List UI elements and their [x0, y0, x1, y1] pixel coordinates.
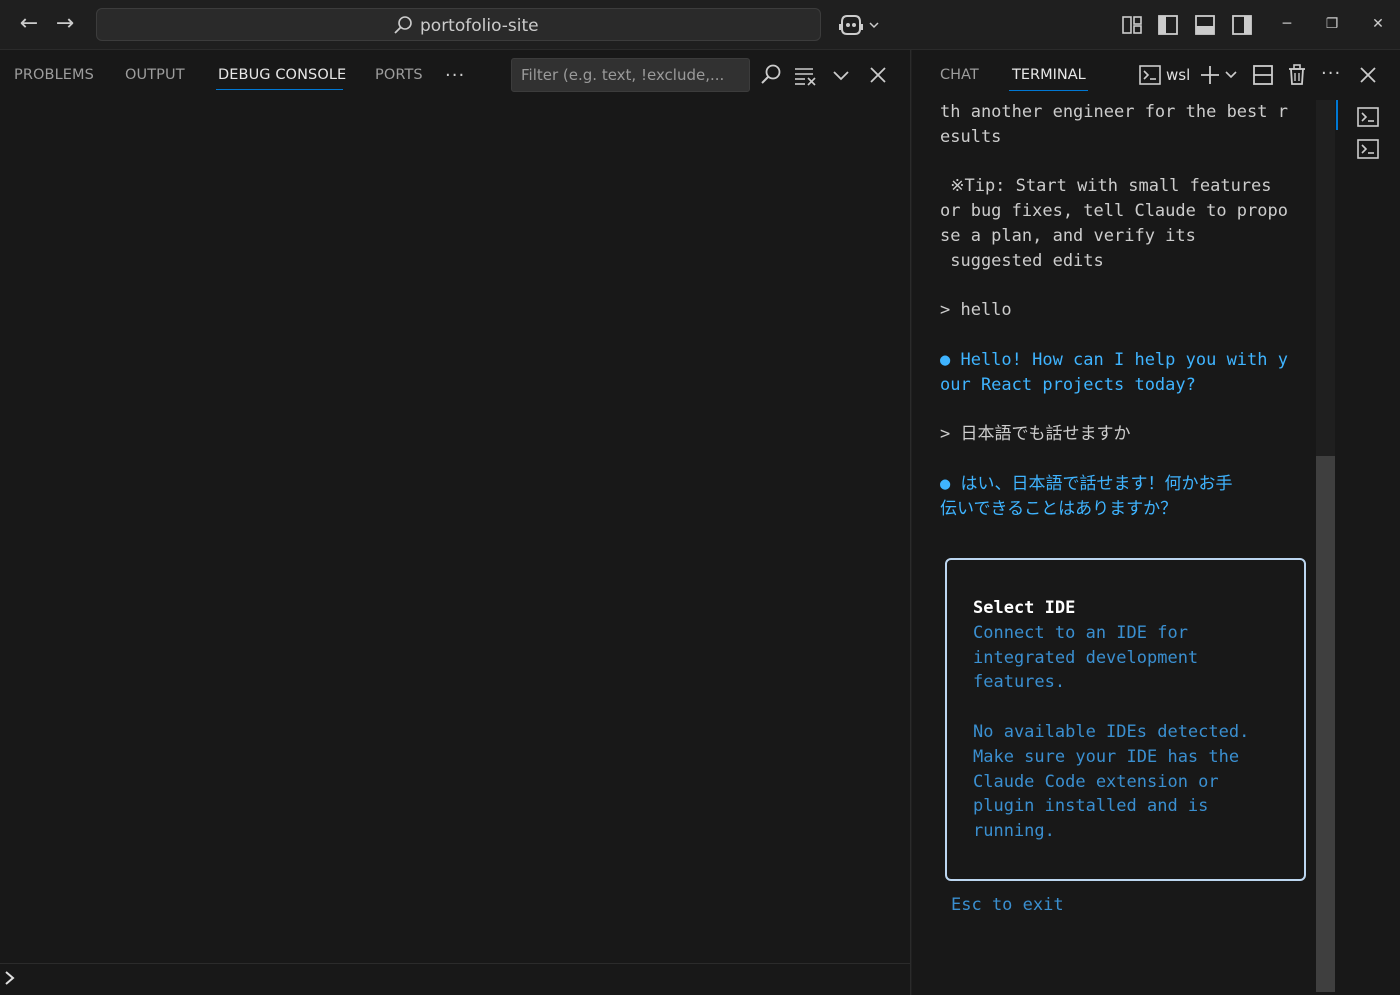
close-icon[interactable] [866, 63, 890, 87]
terminal-line: th another engineer for the best r [940, 102, 1288, 122]
terminal-profile-name[interactable]: wsl [1166, 66, 1190, 84]
back-arrow-icon[interactable]: ← [16, 12, 42, 38]
forward-arrow-icon[interactable]: → [52, 12, 78, 38]
trash-icon[interactable] [1285, 63, 1309, 87]
close-window-button[interactable]: ✕ [1367, 14, 1389, 36]
tab-chat[interactable]: CHAT [940, 67, 979, 83]
ide-dialog-line: integrated development [973, 647, 1199, 668]
terminal-line: ● はい、日本語で話せます！何かお手 [940, 473, 1233, 494]
ide-dialog-line: Make sure your IDE has the [973, 746, 1240, 767]
tab-output[interactable]: OUTPUT [125, 67, 185, 83]
toggle-primary-sidebar-icon[interactable] [1156, 13, 1180, 37]
filter-field[interactable] [511, 58, 750, 92]
customize-layout-icon[interactable] [1120, 13, 1144, 37]
esc-hint: Esc to exit [951, 895, 1064, 915]
ide-dialog-line: Claude Code extension or [973, 771, 1219, 792]
terminal-line: > 日本語でも話せますか [940, 424, 1131, 445]
more-tabs-button[interactable]: ··· [445, 65, 465, 86]
copilot-button[interactable] [838, 12, 884, 38]
split-terminal-icon[interactable] [1251, 63, 1275, 87]
copilot-icon [839, 15, 863, 35]
workspace-name: portofolio-site [420, 16, 539, 36]
chevron-right-icon [5, 971, 15, 985]
tab-ports[interactable]: PORTS [375, 67, 423, 83]
filter-input[interactable] [512, 59, 749, 91]
search-icon [394, 16, 412, 34]
ide-dialog-text: Select IDE Connect to an IDE for integrat… [973, 596, 1249, 844]
ide-dialog-line: No available IDEs detected. [973, 721, 1250, 742]
active-tab-indicator [216, 89, 343, 90]
ide-dialog-line: features. [973, 672, 1066, 693]
terminal-line: our React projects today? [940, 374, 1196, 395]
tab-terminal[interactable]: TERMINAL [1012, 67, 1086, 83]
terminal-line: or bug fixes, tell Claude to propo [940, 201, 1288, 222]
close-icon[interactable] [1356, 63, 1380, 87]
terminal-line: ※Tip: Start with small features [940, 176, 1272, 197]
tab-problems[interactable]: PROBLEMS [14, 67, 94, 83]
active-terminal-indicator [1336, 100, 1338, 130]
ide-dialog-line: Connect to an IDE for [973, 622, 1188, 643]
select-ide-dialog: Select IDE Connect to an IDE for integrat… [945, 558, 1306, 881]
minimize-button[interactable]: ─ [1276, 14, 1298, 36]
chevron-down-icon[interactable] [829, 63, 853, 87]
more-actions-button[interactable]: ··· [1321, 63, 1341, 84]
terminal-line: 伝いできることはありますか？ [940, 498, 1178, 519]
active-tab-indicator [1009, 90, 1088, 91]
restore-button[interactable]: ❐ [1321, 14, 1343, 36]
ide-dialog-line [973, 695, 1249, 720]
console-input-line[interactable] [0, 963, 911, 995]
clear-console-icon[interactable] [793, 63, 817, 87]
toggle-panel-icon[interactable] [1193, 13, 1217, 37]
add-terminal-icon[interactable] [1198, 63, 1222, 87]
terminal-line: > hello [940, 300, 1012, 321]
panel-tab-bar: PROBLEMS OUTPUT DEBUG CONSOLE PORTS ··· [0, 50, 911, 100]
ide-dialog-line: plugin installed and is [973, 796, 1209, 817]
toggle-secondary-sidebar-icon[interactable] [1230, 13, 1254, 37]
terminal-line: esults [940, 126, 1002, 147]
ide-dialog-line: running. [973, 821, 1055, 842]
terminal-icon [1139, 65, 1161, 85]
ide-dialog-title: Select IDE [973, 598, 1076, 618]
terminal-line: ● Hello! How can I help you with y [940, 349, 1288, 370]
title-bar: ← → portofolio-site ─ ❐ ✕ [0, 0, 1400, 50]
chevron-down-icon [869, 22, 879, 29]
terminal-line: suggested edits [940, 250, 1104, 271]
bottom-panel: PROBLEMS OUTPUT DEBUG CONSOLE PORTS ··· [0, 50, 911, 995]
terminal-instance-icon[interactable] [1356, 137, 1380, 161]
search-icon[interactable] [759, 63, 783, 87]
command-center[interactable]: portofolio-site [96, 8, 821, 41]
chevron-down-icon[interactable] [1224, 67, 1238, 81]
terminal-line: se a plan, and verify its [940, 225, 1196, 246]
terminal-instance-icon[interactable] [1356, 105, 1380, 129]
terminal-scrollbar-thumb[interactable] [1316, 456, 1335, 992]
tab-debug-console[interactable]: DEBUG CONSOLE [218, 67, 346, 83]
